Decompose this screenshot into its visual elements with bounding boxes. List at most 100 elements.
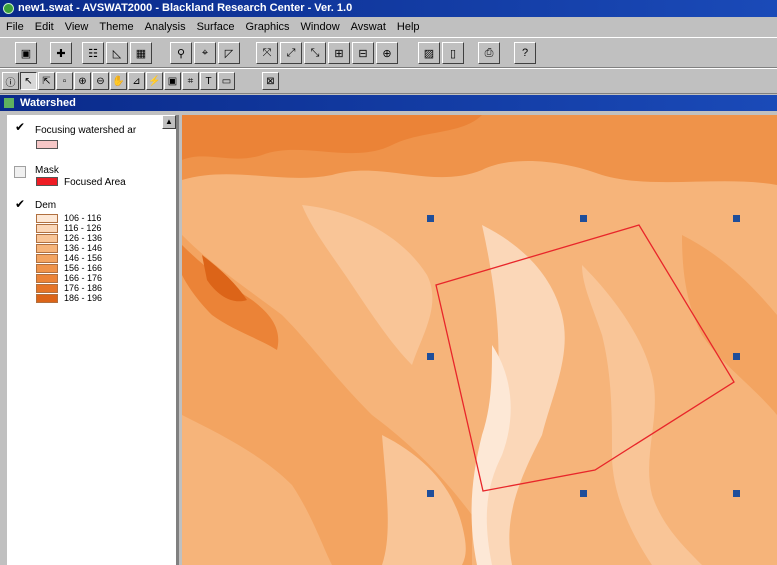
query-icon: ◸ (224, 47, 234, 60)
menu-edit[interactable]: Edit (35, 21, 54, 33)
theme-properties-button[interactable]: ☷ (82, 42, 104, 64)
zoom-out-icon: ⊖ (96, 75, 105, 87)
dem-class-swatch (36, 244, 58, 253)
menu-window[interactable]: Window (301, 21, 340, 33)
dem-class-label: 176 - 186 (64, 283, 103, 293)
hotlink-tool[interactable]: ⚡ (146, 72, 163, 90)
hand-icon: ✋ (112, 75, 125, 87)
pan-tool[interactable]: ✋ (110, 72, 127, 90)
selection-handle-ne[interactable] (733, 215, 740, 222)
area-of-interest-tool[interactable]: ▣ (164, 72, 181, 90)
zoom-previous-icon: ⊕ (382, 47, 392, 60)
menu-graphics[interactable]: Graphics (246, 21, 290, 33)
view-title-bar: Watershed (0, 95, 777, 111)
identify-tool[interactable]: ⓘ (2, 72, 19, 90)
find-button[interactable]: ⚲ (170, 42, 192, 64)
dem-class-swatch (36, 214, 58, 223)
pointer-icon: ↖ (24, 75, 33, 87)
focusing-watershed-label[interactable]: Focusing watershed ar (35, 125, 136, 136)
zoom-selected-button[interactable]: ⤡ (304, 42, 326, 64)
selection-handle-s[interactable] (580, 490, 587, 497)
selection-handle-sw[interactable] (427, 490, 434, 497)
dem-class-label: 186 - 196 (64, 293, 103, 303)
floppy-icon: ▣ (20, 47, 32, 60)
text-icon: T (205, 75, 212, 87)
lightning-icon: ⚡ (148, 75, 161, 87)
select-feature-icon: ▫ (62, 75, 67, 87)
legend-icon: ◺ (112, 47, 122, 60)
selection-handle-se[interactable] (733, 490, 740, 497)
dem-class-label: 116 - 126 (64, 223, 102, 233)
snap-icon: ⊠ (266, 75, 275, 87)
select-features-button[interactable]: ▨ (418, 42, 440, 64)
table-of-contents: ▲ Focusing watershed ar Mask Focused Are… (7, 115, 179, 565)
query-builder-button[interactable]: ◸ (218, 42, 240, 64)
select-icon: ▨ (423, 47, 435, 60)
measure-tool[interactable]: ⊿ (128, 72, 145, 90)
zoom-full-button[interactable]: ⤧ (256, 42, 278, 64)
pointer-tool[interactable]: ↖ (20, 72, 37, 90)
selection-handle-n[interactable] (580, 215, 587, 222)
snap-tool[interactable]: ⊠ (262, 72, 279, 90)
dem-class-swatch (36, 224, 58, 233)
dem-class-swatch (36, 284, 58, 293)
binoculars-icon: ⚲ (176, 47, 186, 60)
properties-icon: ☷ (88, 47, 98, 60)
add-theme-button[interactable]: ✚ (50, 42, 72, 64)
focusing-watershed-checkbox[interactable] (15, 120, 27, 135)
dem-terrain (182, 115, 777, 565)
menu-file[interactable]: File (6, 21, 24, 33)
menu-analysis[interactable]: Analysis (145, 21, 186, 33)
map-display[interactable] (182, 115, 777, 565)
menu-help[interactable]: Help (397, 21, 420, 33)
vertex-edit-tool[interactable]: ⇱ (38, 72, 55, 90)
mask-label[interactable]: Mask (35, 165, 59, 176)
zoom-previous-button[interactable]: ⊕ (376, 42, 398, 64)
zoom-active-button[interactable]: ⤢ (280, 42, 302, 64)
app-title-bar: new1.swat - AVSWAT2000 - Blackland Resea… (0, 0, 777, 17)
selection-handle-e[interactable] (733, 353, 740, 360)
text-tool[interactable]: T (200, 72, 217, 90)
menu-theme[interactable]: Theme (99, 21, 133, 33)
zoom-active-icon: ⤢ (286, 46, 296, 59)
zoom-out-tool[interactable]: ⊖ (92, 72, 109, 90)
menu-avswat[interactable]: Avswat (351, 21, 386, 33)
menu-view[interactable]: View (65, 21, 89, 33)
selection-handle-w[interactable] (427, 353, 434, 360)
select-feature-tool[interactable]: ▫ (56, 72, 73, 90)
tool-bar: ⓘ ↖ ⇱ ▫ ⊕ ⊖ ✋ ⊿ ⚡ ▣ ⌗ T ▭ ⊠ (0, 68, 777, 94)
zoom-in-button[interactable]: ⊞ (328, 42, 350, 64)
dem-class-swatch (36, 294, 58, 303)
help-icon: ? (521, 47, 529, 59)
measure-icon: ⊿ (132, 75, 141, 87)
selection-handle-nw[interactable] (427, 215, 434, 222)
rectangle-icon: ▭ (221, 75, 232, 87)
mask-swatch (36, 177, 58, 186)
dem-checkbox[interactable] (15, 197, 27, 212)
dem-class-swatch (36, 234, 58, 243)
focusing-watershed-swatch (36, 140, 58, 149)
window-title: new1.swat - AVSWAT2000 - Blackland Resea… (18, 2, 353, 14)
dem-class-label: 146 - 156 (64, 253, 103, 263)
dem-label[interactable]: Dem (35, 200, 56, 211)
zoom-in-tool[interactable]: ⊕ (74, 72, 91, 90)
view-icon (4, 98, 14, 108)
identify-icon: ⓘ (5, 77, 16, 89)
zoom-full-icon: ⤧ (262, 46, 272, 59)
zoom-out-button[interactable]: ⊟ (352, 42, 374, 64)
save-project-button[interactable]: ▣ (15, 42, 37, 64)
scroll-up-button[interactable]: ▲ (162, 115, 176, 129)
dem-class-label: 126 - 136 (64, 233, 103, 243)
open-table-button[interactable]: ▦ (130, 42, 152, 64)
mask-checkbox[interactable] (14, 166, 26, 178)
draw-tool[interactable]: ▭ (218, 72, 235, 90)
help-button[interactable]: ? (514, 42, 536, 64)
print-button[interactable]: ⎙ (478, 42, 500, 64)
locate-button[interactable]: ⌖ (194, 42, 216, 64)
menu-surface[interactable]: Surface (197, 21, 235, 33)
label-tool[interactable]: ⌗ (182, 72, 199, 90)
clear-selection-button[interactable]: ▯ (442, 42, 464, 64)
dem-class-swatch (36, 254, 58, 263)
view-title: Watershed (20, 97, 76, 109)
edit-legend-button[interactable]: ◺ (106, 42, 128, 64)
